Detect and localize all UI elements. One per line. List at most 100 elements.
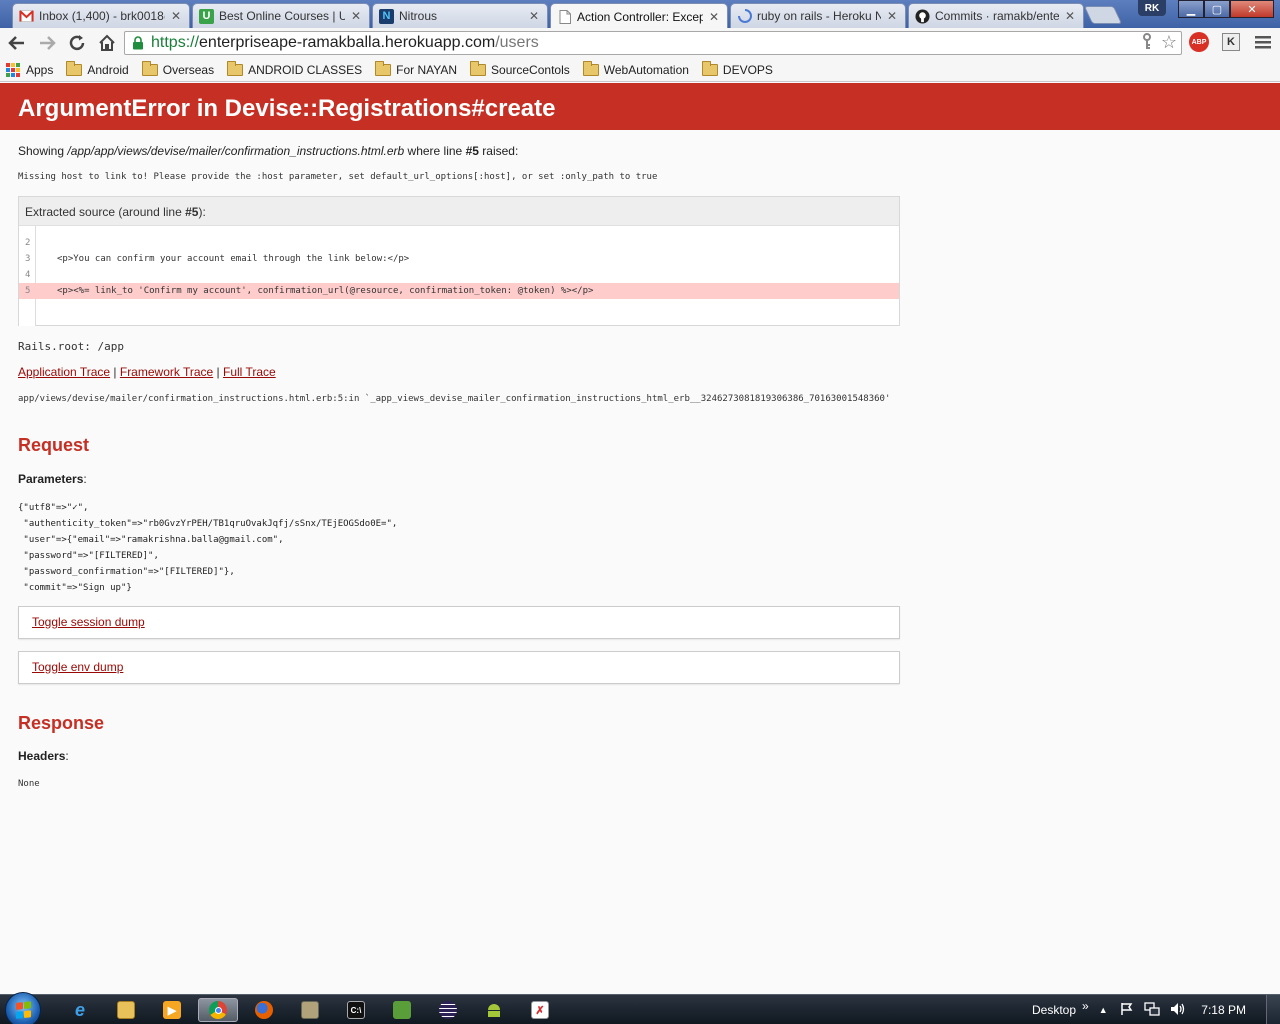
home-button[interactable] <box>94 30 120 56</box>
command-prompt-icon: C:\ <box>347 1001 365 1019</box>
bookmarks-bar: Apps Android Overseas ANDROID CLASSES Fo… <box>0 58 1280 82</box>
bookmark-label: DEVOPS <box>722 62 773 77</box>
omnibox-icons: ☆ <box>1141 33 1177 56</box>
taskbar-chrome[interactable] <box>198 998 238 1022</box>
source-title-line: #5 <box>185 205 199 219</box>
toggle-session-dump-link[interactable]: Toggle session dump <box>32 615 145 629</box>
template-path: /app/app/views/devise/mailer/confirmatio… <box>67 144 405 158</box>
app-window-icon <box>301 1001 319 1019</box>
tab-close-icon[interactable]: ✕ <box>887 9 897 23</box>
page-icon <box>557 9 572 24</box>
bookmark-label: Overseas <box>162 62 215 77</box>
tab-gmail[interactable]: Inbox (1,400) - brk0018@ ✕ <box>12 3 190 28</box>
framework-trace-link[interactable]: Framework Trace <box>120 365 213 379</box>
env-dump-box: Toggle env dump <box>18 651 900 684</box>
full-trace-link[interactable]: Full Trace <box>223 365 276 379</box>
tab-close-icon[interactable]: ✕ <box>529 9 539 23</box>
headers-label: Headers: <box>18 749 69 763</box>
taskbar-command-prompt[interactable]: C:\ <box>336 998 376 1022</box>
forward-button[interactable] <box>34 30 60 56</box>
tab-strip: Inbox (1,400) - brk0018@ ✕ U Best Online… <box>0 0 1280 28</box>
start-button[interactable] <box>5 992 41 1024</box>
taskbar-eclipse[interactable] <box>428 998 468 1022</box>
taskbar-media-player[interactable]: ▶ <box>152 998 192 1022</box>
tab-udemy[interactable]: U Best Online Courses | Ud ✕ <box>192 3 370 28</box>
tab-close-icon[interactable]: ✕ <box>1065 9 1075 23</box>
media-player-icon: ▶ <box>163 1001 181 1019</box>
taskbar-app-red[interactable]: ✗ <box>520 998 560 1022</box>
k-extension[interactable]: K <box>1220 31 1242 53</box>
request-heading: Request <box>18 435 90 455</box>
application-trace-link[interactable]: Application Trace <box>18 365 110 379</box>
param-line: {"utf8"=>"✓", <box>18 503 89 513</box>
github-icon <box>915 8 930 24</box>
loading-icon <box>737 9 752 24</box>
windows-taskbar: e ▶ C:\ ✗ Desktop » ▲ 7:18 PM <box>0 992 1280 1024</box>
bookmark-for-nayan[interactable]: For NAYAN <box>375 60 457 77</box>
param-line: "commit"=>"Sign up"} <box>18 583 132 593</box>
new-tab-button[interactable] <box>1083 6 1123 24</box>
network-icon[interactable] <box>1143 1001 1160 1019</box>
bookmark-apps[interactable]: Apps <box>6 62 53 77</box>
address-bar[interactable]: https:// enterpriseape-ramakballa.heroku… <box>124 31 1182 55</box>
close-window-button[interactable]: ✕ <box>1230 0 1274 18</box>
parameters-label: Parameters: <box>18 472 87 486</box>
extracted-source-box: Extracted source (around line #5): 2 3 <… <box>18 196 900 326</box>
bookmark-devops[interactable]: DEVOPS <box>701 60 773 77</box>
taskbar-android[interactable] <box>474 998 514 1022</box>
forward-arrow-icon <box>40 36 56 50</box>
apps-grid-icon <box>6 62 20 77</box>
chrome-menu-button[interactable] <box>1252 31 1274 53</box>
volume-icon[interactable] <box>1170 1002 1186 1019</box>
chevron-icon[interactable]: » <box>1082 999 1089 1013</box>
tab-github[interactable]: Commits · ramakb/ente ✕ <box>908 3 1084 28</box>
taskbar-clock[interactable]: 7:18 PM <box>1201 1003 1246 1017</box>
tab-nitrous[interactable]: N Nitrous ✕ <box>372 3 548 28</box>
bookmark-webautomation[interactable]: WebAutomation <box>582 60 689 77</box>
parameters-dump: {"utf8"=>"✓", "authenticity_token"=>"rb0… <box>18 500 397 596</box>
bookmark-overseas[interactable]: Overseas <box>141 60 215 77</box>
profile-badge[interactable]: RK <box>1138 0 1166 16</box>
adblock-extension[interactable]: ABP <box>1188 31 1210 53</box>
show-hidden-icons-icon[interactable]: ▲ <box>1099 1005 1108 1015</box>
rails-root: Rails.root: /app <box>18 340 124 353</box>
back-arrow-icon <box>8 36 24 50</box>
tab-close-icon[interactable]: ✕ <box>351 9 361 23</box>
taskbar-internet-explorer[interactable]: e <box>60 998 100 1022</box>
param-line: "password_confirmation"=>"[FILTERED]"}, <box>18 567 235 577</box>
taskbar-explorer[interactable] <box>106 998 146 1022</box>
show-desktop-button[interactable] <box>1266 995 1280 1024</box>
source-line: 2 <box>19 235 899 251</box>
extracted-source-title: Extracted source (around line #5): <box>19 197 899 226</box>
line-number: 5 <box>25 286 31 296</box>
tab-stackoverflow[interactable]: ruby on rails - Heroku N ✕ <box>730 3 906 28</box>
bookmark-android-classes[interactable]: ANDROID CLASSES <box>227 60 362 77</box>
showing-line: Showing /app/app/views/devise/mailer/con… <box>18 144 518 158</box>
back-button[interactable] <box>4 30 30 56</box>
minimize-button[interactable]: ▁ <box>1178 0 1204 18</box>
tab-close-icon[interactable]: ✕ <box>709 10 719 24</box>
taskbar-firefox[interactable] <box>244 998 284 1022</box>
headers-colon: : <box>65 749 69 763</box>
action-center-flag-icon[interactable] <box>1120 1002 1134 1019</box>
bookmark-android[interactable]: Android <box>66 60 129 77</box>
tab-action-controller[interactable]: Action Controller: Excep ✕ <box>550 3 728 28</box>
key-icon[interactable] <box>1141 33 1153 56</box>
source-line: 4 <box>19 267 899 283</box>
taskbar-app-green[interactable] <box>382 998 422 1022</box>
toggle-env-dump-link[interactable]: Toggle env dump <box>32 660 123 674</box>
taskbar-app[interactable] <box>290 998 330 1022</box>
maximize-button[interactable]: ▢ <box>1204 0 1230 18</box>
folder-icon <box>66 60 83 76</box>
reload-button[interactable] <box>64 30 90 56</box>
error-header: ArgumentError in Devise::Registrations#c… <box>0 83 1280 130</box>
bookmark-sourcecontols[interactable]: SourceContols <box>470 60 570 77</box>
bookmark-star-icon[interactable]: ☆ <box>1161 33 1177 56</box>
folder-icon <box>701 60 718 76</box>
adblock-icon: ABP <box>1189 32 1209 52</box>
tab-close-icon[interactable]: ✕ <box>171 9 181 23</box>
tab-title: ruby on rails - Heroku N <box>757 9 881 23</box>
desktop-toolbar-label[interactable]: Desktop <box>1032 1003 1076 1017</box>
response-heading: Response <box>18 713 105 733</box>
url-scheme: https:// <box>151 34 200 51</box>
